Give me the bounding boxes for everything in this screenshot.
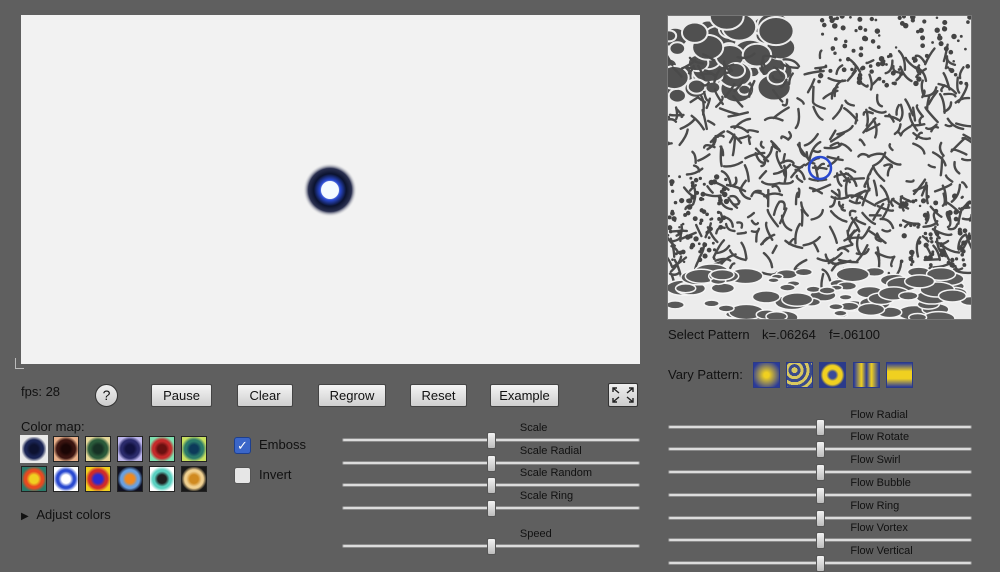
vary-stripes-vertical-button[interactable] (853, 362, 880, 388)
slider-thumb[interactable] (816, 510, 825, 527)
pattern-map[interactable] (667, 15, 972, 320)
speed-slider[interactable] (342, 538, 640, 555)
k-value: k=.06264 (762, 327, 816, 342)
slider-thumb[interactable] (816, 555, 825, 572)
slider-thumb[interactable] (816, 487, 825, 504)
invert-checkbox[interactable] (234, 467, 251, 484)
flow-ring-label: Flow Ring (850, 500, 900, 512)
f-value: f=.06100 (829, 327, 880, 342)
scale-random-label: Scale Random (519, 467, 593, 479)
vary-spots-button[interactable] (753, 362, 780, 388)
reset-button[interactable]: Reset (410, 384, 467, 407)
color-map-swatch-3[interactable] (85, 436, 111, 462)
flow-rotate-slider[interactable] (668, 441, 972, 458)
slider-thumb[interactable] (487, 538, 496, 555)
vary-pattern-label: Vary Pattern: (668, 367, 743, 382)
slider-thumb[interactable] (487, 455, 496, 472)
adjust-colors-label: Adjust colors (36, 507, 111, 522)
scale-random-slider[interactable] (342, 477, 640, 494)
vary-ring-button[interactable] (819, 362, 846, 388)
color-map-swatch-6[interactable] (181, 436, 207, 462)
regrow-button[interactable]: Regrow (318, 384, 386, 407)
color-map-swatch-11[interactable] (149, 466, 175, 492)
color-map-label: Color map: (21, 419, 85, 434)
color-map-swatch-2[interactable] (53, 436, 79, 462)
flow-vortex-label: Flow Vortex (850, 522, 908, 534)
slider-thumb[interactable] (816, 464, 825, 481)
flow-bubble-slider[interactable] (668, 487, 972, 504)
pattern-seed-core (321, 181, 339, 199)
fullscreen-button[interactable] (608, 383, 638, 407)
flow-vertical-label: Flow Vertical (850, 545, 913, 557)
color-map-swatch-9[interactable] (85, 466, 111, 492)
pause-button[interactable]: Pause (151, 384, 212, 407)
slider-thumb[interactable] (487, 500, 496, 517)
color-map-swatch-5[interactable] (149, 436, 175, 462)
flow-radial-label: Flow Radial (850, 409, 908, 421)
example-button[interactable]: Example (490, 384, 559, 407)
emboss-checkbox[interactable]: ✓ (234, 437, 251, 454)
scale-label: Scale (519, 422, 548, 434)
color-map-swatch-8[interactable] (53, 466, 79, 492)
scale-radial-label: Scale Radial (519, 445, 582, 457)
fps-counter: fps: 28 (21, 384, 61, 399)
emboss-label: Emboss (259, 437, 306, 452)
disclosure-arrow-icon: ▶ (21, 511, 29, 522)
slider-thumb[interactable] (816, 532, 825, 549)
scale-radial-slider[interactable] (342, 455, 640, 472)
color-map-swatch-4[interactable] (117, 436, 143, 462)
slider-thumb[interactable] (487, 477, 496, 494)
invert-label: Invert (259, 467, 292, 482)
scale-slider[interactable] (342, 432, 640, 449)
simulation-canvas[interactable] (21, 15, 640, 364)
slider-thumb[interactable] (816, 419, 825, 436)
flow-radial-slider[interactable] (668, 419, 972, 436)
scale-ring-label: Scale Ring (519, 490, 574, 502)
pattern-map-drawing (668, 16, 971, 319)
speed-label: Speed (519, 528, 552, 540)
flow-vertical-slider[interactable] (668, 555, 972, 572)
color-map-swatch-7[interactable] (21, 466, 47, 492)
scale-ring-slider[interactable] (342, 500, 640, 517)
fullscreen-icon (612, 387, 634, 403)
color-map-swatch-1[interactable] (20, 435, 48, 463)
flow-rotate-label: Flow Rotate (850, 431, 910, 443)
flow-bubble-label: Flow Bubble (850, 477, 911, 489)
slider-thumb[interactable] (816, 441, 825, 458)
help-button[interactable]: ? (95, 384, 118, 407)
color-map-swatch-10[interactable] (117, 466, 143, 492)
vary-stripes-horizontal-button[interactable] (886, 362, 913, 388)
flow-swirl-label: Flow Swirl (850, 454, 901, 466)
flow-ring-slider[interactable] (668, 510, 972, 527)
adjust-colors-toggle[interactable]: ▶ Adjust colors (21, 507, 111, 522)
slider-thumb[interactable] (487, 432, 496, 449)
simulation-drawing (303, 163, 357, 217)
flow-swirl-slider[interactable] (668, 464, 972, 481)
vary-blobs-button[interactable] (786, 362, 813, 388)
select-pattern-label: Select Pattern (668, 327, 750, 342)
resize-corner[interactable] (15, 358, 24, 369)
clear-button[interactable]: Clear (237, 384, 293, 407)
color-map-swatch-12[interactable] (181, 466, 207, 492)
flow-vortex-slider[interactable] (668, 532, 972, 549)
